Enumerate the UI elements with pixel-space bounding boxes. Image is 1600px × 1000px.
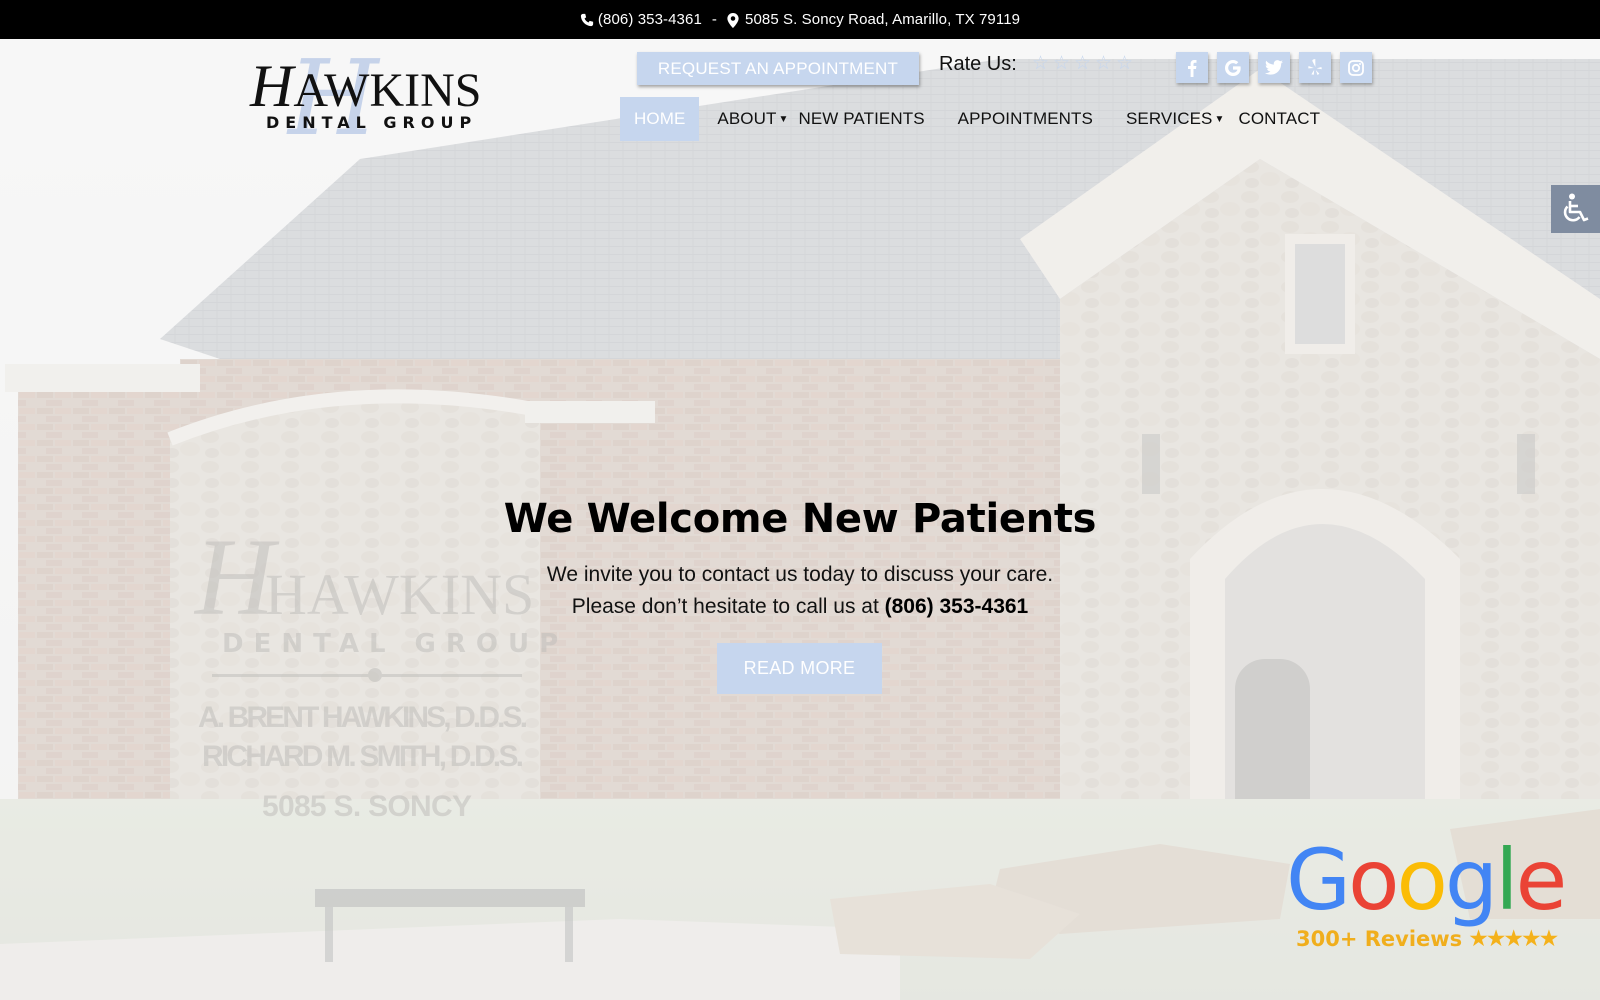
logo-wordmark: HAWKINS	[250, 56, 481, 116]
google-letter: G	[1286, 831, 1351, 929]
hero-subtitle-2: Please don’t hesitate to call us at (806…	[0, 595, 1600, 619]
facebook-icon	[1188, 59, 1197, 77]
nav-item-home[interactable]: HOME	[620, 97, 700, 141]
twitter-icon	[1265, 60, 1283, 75]
google-letter: e	[1515, 831, 1568, 929]
nav-item-appointments[interactable]: APPOINTMENTS	[958, 97, 1093, 141]
nav-item-new-patients[interactable]: NEW PATIENTS	[798, 97, 924, 141]
nav-label: APPOINTMENTS	[957, 109, 1093, 128]
yelp-link[interactable]	[1299, 52, 1331, 83]
social-links	[1176, 52, 1372, 83]
topbar-separator: -	[711, 11, 717, 28]
google-letter: o	[1396, 831, 1448, 929]
wheelchair-icon	[1563, 193, 1588, 222]
instagram-link[interactable]	[1340, 52, 1372, 83]
caret-down-icon: ▼	[778, 113, 789, 125]
request-appointment-button[interactable]: REQUEST AN APPOINTMENT	[637, 52, 919, 85]
hero-title: We Welcome New Patients	[503, 496, 1097, 542]
nav-item-about[interactable]: ABOUT ▼	[717, 97, 788, 141]
rating-star-icon[interactable]: ☆	[1073, 54, 1092, 73]
accessibility-button[interactable]	[1551, 185, 1600, 233]
nav-item-contact[interactable]: CONTACT	[1238, 97, 1320, 141]
hero-call-text: Please don’t hesitate to call us at	[571, 595, 885, 618]
nav-label: SERVICES	[1125, 109, 1213, 128]
google-icon	[1225, 59, 1241, 76]
top-info-bar: (806) 353-4361 - 5085 S. Soncy Road, Ama…	[0, 0, 1600, 39]
rating-star-icon[interactable]: ☆	[1094, 54, 1113, 73]
nav-label: CONTACT	[1238, 109, 1321, 128]
hero-subtitle-1: We invite you to contact us today to dis…	[546, 563, 1054, 586]
rating-star-icon[interactable]: ☆	[1031, 54, 1050, 73]
google-reviews-summary: 300+ Reviews ★★★★★	[1296, 926, 1576, 952]
nav-item-services[interactable]: SERVICES ▼	[1126, 97, 1224, 141]
nav-label: HOME	[634, 109, 686, 128]
logo-initial: H	[250, 53, 294, 119]
yelp-icon	[1308, 59, 1322, 76]
five-stars-icon: ★★★★★	[1468, 926, 1559, 952]
topbar-address-link[interactable]: 5085 S. Soncy Road, Amarillo, TX 79119	[745, 11, 1020, 28]
nav-label: ABOUT	[717, 109, 777, 128]
google-letter: o	[1348, 831, 1399, 929]
google-reviews-badge[interactable]: Google 300+ Reviews ★★★★★	[1286, 838, 1576, 952]
logo-name-rest: AWKINS	[293, 64, 482, 117]
rating-star-icon[interactable]: ☆	[1115, 54, 1134, 73]
google-letter: l	[1495, 831, 1518, 929]
hero-phone-link[interactable]: (806) 353-4361	[885, 595, 1029, 618]
topbar-phone-link[interactable]: (806) 353-4361	[598, 11, 702, 28]
phone-icon	[580, 13, 594, 27]
logo-tagline: DENTAL GROUP	[266, 113, 478, 132]
rate-us-label: Rate Us:	[939, 53, 1017, 75]
reviews-count: 300+ Reviews	[1296, 927, 1463, 951]
facebook-link[interactable]	[1176, 52, 1208, 83]
map-marker-icon	[727, 12, 741, 28]
rating-stars[interactable]: ☆ ☆ ☆ ☆ ☆	[1031, 54, 1134, 73]
read-more-button[interactable]: READ MORE	[717, 643, 882, 694]
site-logo[interactable]: H HAWKINS DENTAL GROUP	[248, 46, 500, 150]
google-logo: Google	[1286, 838, 1576, 922]
main-nav: HOME ABOUT ▼ NEW PATIENTS APPOINTMENTS SE…	[620, 97, 1320, 141]
rating-star-icon[interactable]: ☆	[1052, 54, 1071, 73]
instagram-icon	[1348, 59, 1364, 76]
google-letter: g	[1444, 831, 1498, 929]
caret-down-icon: ▼	[1214, 113, 1225, 125]
twitter-link[interactable]	[1258, 52, 1290, 83]
nav-label: NEW PATIENTS	[798, 109, 925, 128]
google-link[interactable]	[1217, 52, 1249, 83]
